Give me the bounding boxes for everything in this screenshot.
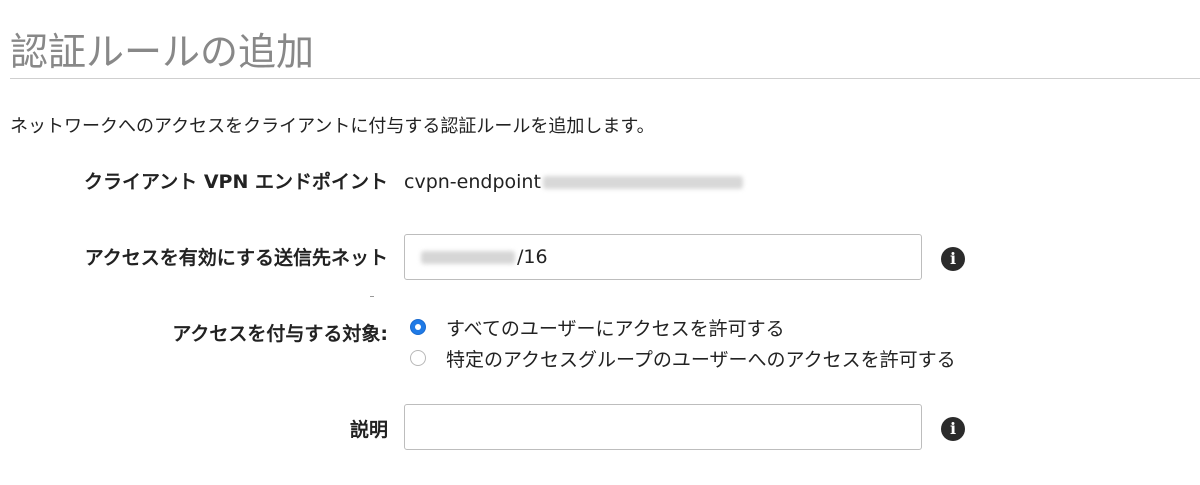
radio-all-users[interactable] <box>410 319 426 335</box>
description-label: 説明 <box>349 419 388 441</box>
destination-network-input[interactable]: /16 <box>404 234 922 280</box>
endpoint-id-redacted <box>542 175 743 189</box>
description-info-icon[interactable]: i <box>941 417 965 441</box>
radio-option-all-users[interactable]: すべてのユーザーにアクセスを許可する <box>410 313 785 341</box>
radio-all-users-label[interactable]: すべてのユーザーにアクセスを許可する <box>446 314 785 341</box>
separator-mark <box>370 296 374 297</box>
page-description: ネットワークへのアクセスをクライアントに付与する認証ルールを追加します。 <box>10 116 655 137</box>
description-input[interactable] <box>404 404 922 450</box>
destination-cidr-suffix: /16 <box>517 246 548 268</box>
grant-access-label: アクセスを付与する対象: <box>172 323 388 345</box>
radio-option-specific-group[interactable]: 特定のアクセスグループのユーザーへのアクセスを許可する <box>410 344 956 372</box>
destination-info-icon[interactable]: i <box>941 247 965 271</box>
add-authorization-rule-page: 認証ルールの追加 ネットワークへのアクセスをクライアントに付与する認証ルールを追… <box>0 0 1200 485</box>
endpoint-label: クライアント VPN エンドポイント <box>83 171 388 193</box>
radio-specific-group[interactable] <box>410 350 426 366</box>
destination-cidr-redacted <box>421 250 515 264</box>
title-divider <box>10 78 1200 79</box>
radio-specific-group-label[interactable]: 特定のアクセスグループのユーザーへのアクセスを許可する <box>446 345 956 372</box>
destination-label: アクセスを有効にする送信先ネット <box>84 247 388 269</box>
page-title: 認証ルールの追加 <box>10 30 315 74</box>
endpoint-value: cvpn-endpoint <box>404 168 743 196</box>
endpoint-id-text: cvpn-endpoint <box>404 171 541 193</box>
